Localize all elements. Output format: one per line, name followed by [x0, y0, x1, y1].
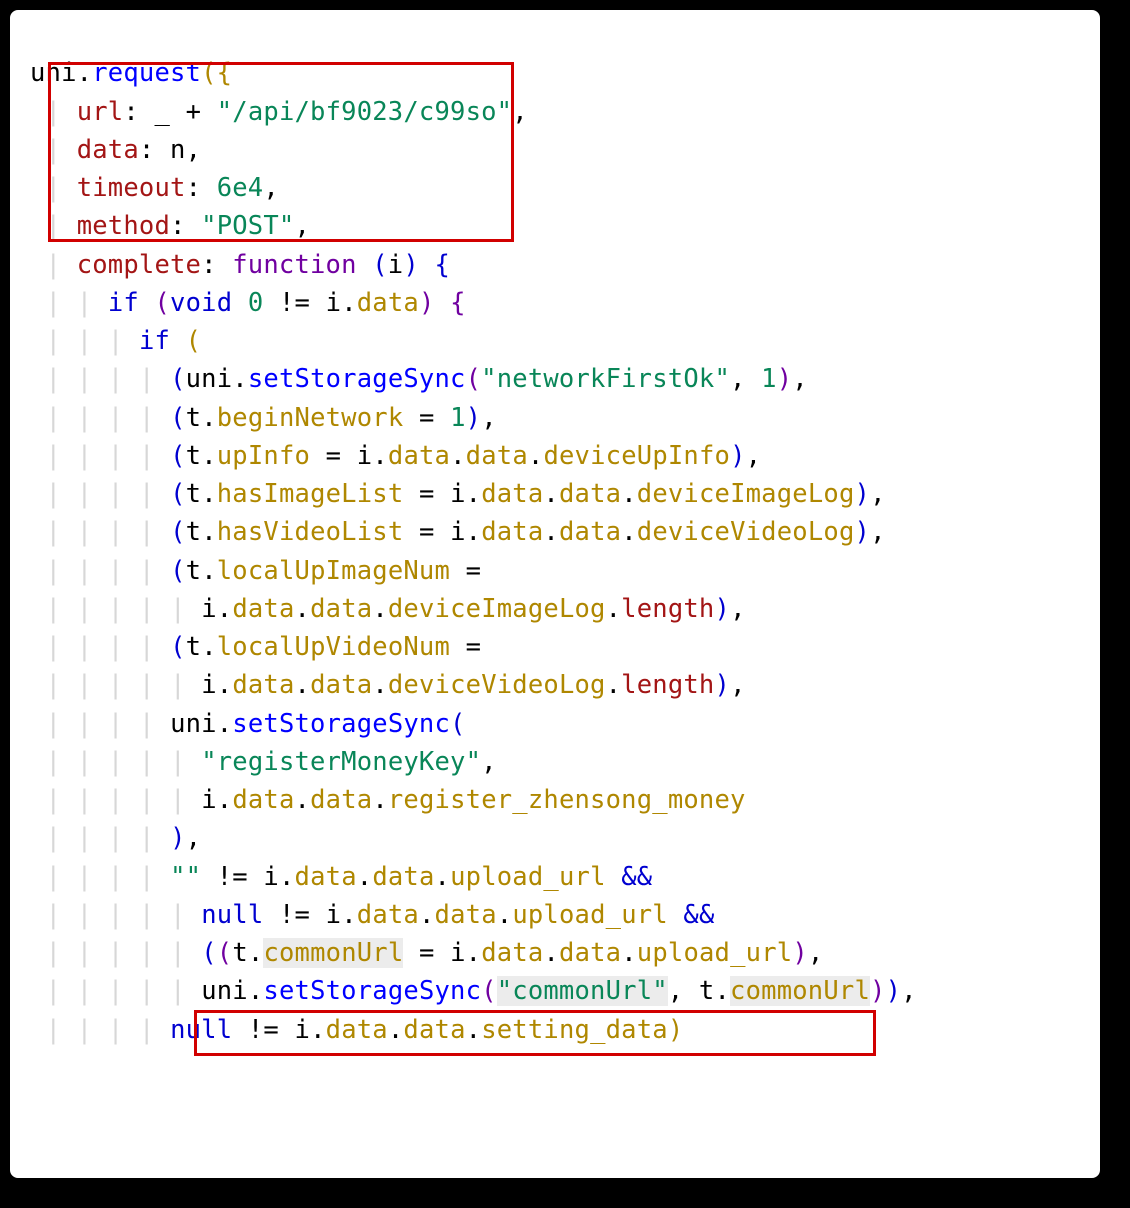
code-line: | | | | | "registerMoneyKey", [30, 747, 497, 777]
key-timeout: timeout [77, 173, 186, 203]
code-line: | | | | "" != i.data.data.upload_url && [30, 862, 652, 892]
ident-request: request [92, 58, 201, 88]
code-line: | | | | (uni.setStorageSync("networkFirs… [30, 364, 808, 394]
code-line: | | | if ( [30, 326, 201, 356]
code-line: | | | | (t.hasVideoList = i.data.data.de… [30, 517, 886, 547]
code-line: | | | | (t.localUpVideoNum = [30, 632, 481, 662]
code-line: | | | | | i.data.data.deviceVideoLog.len… [30, 670, 746, 700]
str-post: "POST" [201, 211, 294, 241]
code-line: | | | | uni.setStorageSync( [30, 709, 466, 739]
code-line: | | | | (t.beginNetwork = 1), [30, 403, 497, 433]
code-line: | | | | (t.hasImageList = i.data.data.de… [30, 479, 886, 509]
code-line: | | | | | i.data.data.register_zhensong_… [30, 785, 746, 815]
code-line: | | | | null != i.data.data.setting_data… [30, 1015, 683, 1045]
code-line: | | | | | ((t.commonUrl = i.data.data.up… [30, 938, 823, 968]
code-line: | method: "POST", [30, 211, 310, 241]
hl-commonUrl2: commonUrl [730, 976, 870, 1006]
code-line: | url: _ + "/api/bf9023/c99so", [30, 97, 528, 127]
code-frame: uni.request({ | url: _ + "/api/bf9023/c9… [0, 0, 1110, 1188]
code-line: | | | | | null != i.data.data.upload_url… [30, 900, 715, 930]
code-line: | | | | | uni.setStorageSync("commonUrl"… [30, 976, 917, 1006]
code-line: | | if (void 0 != i.data) { [30, 288, 466, 318]
num-timeout: 6e4 [217, 173, 264, 203]
ident-uni: uni [30, 58, 77, 88]
code-line: uni.request({ [30, 58, 232, 88]
code-block: uni.request({ | url: _ + "/api/bf9023/c9… [10, 10, 1100, 1049]
code-line: | data: n, [30, 135, 201, 165]
hl-commonUrl-str: "commonUrl" [497, 976, 668, 1006]
hl-commonUrl1: commonUrl [263, 938, 403, 968]
key-data: data [77, 135, 139, 165]
code-line: | timeout: 6e4, [30, 173, 279, 203]
key-complete: complete [77, 250, 201, 280]
code-line: | | | | (t.localUpImageNum = [30, 556, 481, 586]
code-line: | | | | (t.upInfo = i.data.data.deviceUp… [30, 441, 761, 471]
code-line: | | | | ), [30, 823, 201, 853]
str-api-path: "/api/bf9023/c99so" [217, 97, 513, 127]
code-line: | complete: function (i) { [30, 250, 450, 280]
key-method: method [77, 211, 170, 241]
key-url: url [77, 97, 124, 127]
code-line: | | | | | i.data.data.deviceImageLog.len… [30, 594, 746, 624]
